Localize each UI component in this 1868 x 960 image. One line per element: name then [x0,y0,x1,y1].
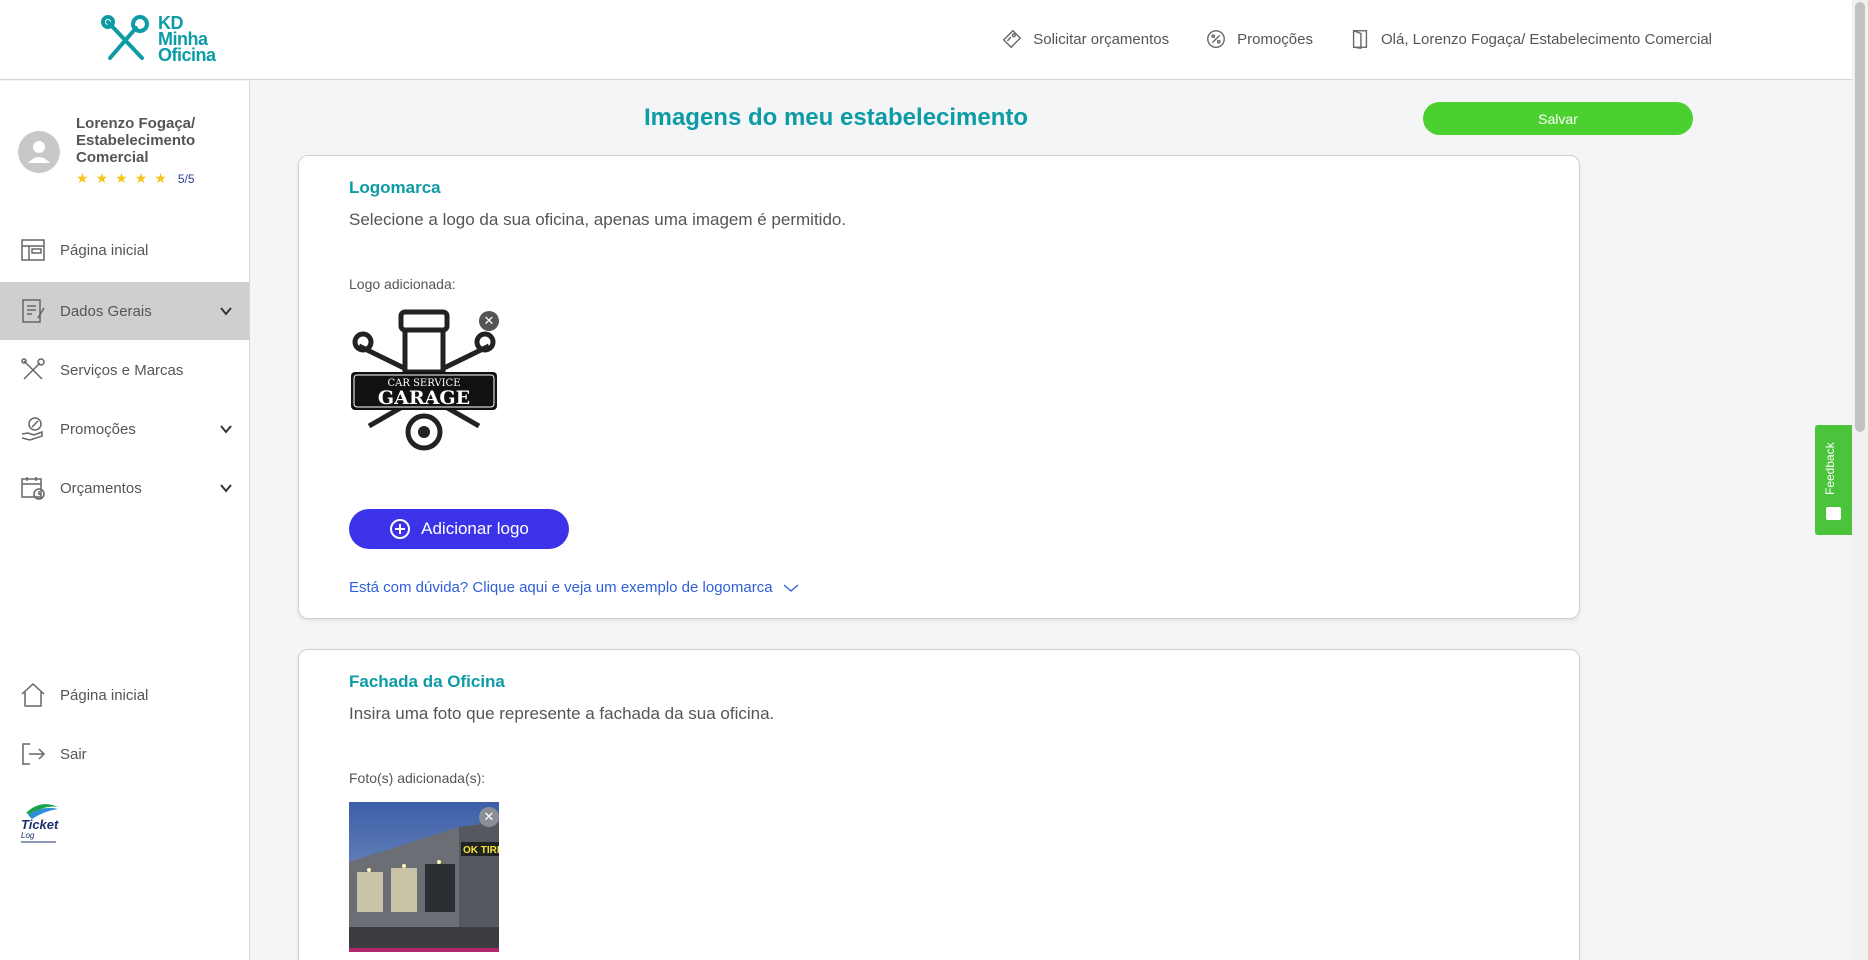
calendar-icon [21,477,45,500]
door-icon [1352,30,1368,49]
logo-added-label: Logo adicionada: [349,276,456,292]
tools-icon [21,358,45,380]
logo-example-link-label: Está com dúvida? Clique aqui e veja um e… [349,579,773,596]
chevron-down-icon [783,584,799,592]
chevron-down-icon[interactable] [219,481,233,495]
add-logo-label: Adicionar logo [421,519,529,538]
avatar [18,131,60,173]
sidebar-item-label: Sair [60,745,87,763]
svg-text:Ticket: Ticket [21,817,59,832]
logo-example-link[interactable]: Está com dúvida? Clique aqui e veja um e… [349,579,799,596]
top-header: KD Minha Oficina Solicitar orçamentos Pr… [0,0,1852,80]
nav-request-quotes-label: Solicitar orçamentos [1033,30,1170,48]
logout-icon [22,743,46,765]
sidebar-item-services[interactable]: Serviços e Marcas [0,341,249,399]
nav-account-greeting: Olá, Lorenzo Fogaça/ Estabelecimento Com… [1381,30,1712,48]
brand-logo-text: KD Minha Oficina [158,13,216,65]
logo-card-description: Selecione a logo da sua oficina, apenas … [349,210,847,229]
facade-card-title: Fachada da Oficina [349,672,505,691]
discount-badge-icon [1207,30,1226,48]
sidebar-item-label: Página inicial [60,686,149,704]
svg-text:Log: Log [21,831,35,840]
rating: ★ ★ ★ ★ ★ 5/5 [76,170,226,187]
star-icon: ★ [115,170,128,186]
page-scrollbar[interactable] [1852,0,1868,960]
sidebar-item-label: Orçamentos [60,479,142,497]
chevron-down-icon[interactable] [219,422,233,436]
logo-card: Logomarca Selecione a logo da sua oficin… [298,155,1580,619]
sidebar-item-general-data[interactable]: Dados Gerais [0,282,249,340]
scrollbar-thumb[interactable] [1855,2,1865,432]
logo-card-title: Logomarca [349,178,441,197]
logo-thumbnail: CAR SERVICE GARAGE [349,306,499,456]
sidebar-item-label: Página inicial [60,241,149,259]
wrench-screwdriver-icon [101,15,149,60]
document-icon [22,299,45,323]
save-button[interactable]: Salvar [1423,102,1693,135]
feedback-tab[interactable]: Feedback [1815,425,1852,535]
star-icon: ★ [134,170,148,186]
chevron-down-icon[interactable] [219,304,233,318]
user-icon [28,141,50,163]
sidebar-item-label: Promoções [60,420,136,438]
chat-icon [1826,507,1841,520]
ticket-icon [1003,29,1022,49]
remove-logo-button[interactable]: ✕ [479,311,499,331]
sidebar-item-label: Dados Gerais [60,302,152,320]
facade-photo-thumbnail: OK TIRE [349,802,499,952]
profile-name: Lorenzo Fogaça/ Estabelecimento Comercia… [76,115,196,166]
plus-circle-icon [390,519,411,539]
add-logo-button[interactable]: Adicionar logo [349,509,569,549]
sidebar-item-home-bottom[interactable]: Página inicial [0,666,249,724]
logo-image-title: GARAGE [378,387,470,409]
sidebar-item-logout[interactable]: Sair [0,725,249,783]
facade-added-label: Foto(s) adicionada(s): [349,770,486,786]
nav-promotions[interactable]: Promoções [1205,28,1313,50]
layout-icon [21,239,45,261]
feedback-label: Feedback [1823,442,1837,495]
remove-photo-button[interactable]: ✕ [479,807,499,827]
sidebar-item-label: Serviços e Marcas [60,361,184,379]
profile-summary: Lorenzo Fogaça/ Estabelecimento Comercia… [18,115,226,187]
page-title: Imagens do meu estabelecimento [643,104,1029,131]
home-icon [21,682,45,707]
top-navigation: Solicitar orçamentos Promoções Olá, Lore… [1001,28,1712,50]
sidebar: Lorenzo Fogaça/ Estabelecimento Comercia… [0,81,250,960]
facade-card-description: Insira uma foto que represente a fachada… [349,704,775,723]
facade-sign-text: OK TIRE [463,845,499,856]
sidebar-item-promotions[interactable]: Promoções [0,400,249,458]
rating-value: 5/5 [177,171,195,186]
star-icon: ★ [76,170,89,186]
star-icon: ★ [95,170,109,186]
facade-card: Fachada da Oficina Insira uma foto que r… [298,649,1580,960]
sidebar-item-home[interactable]: Página inicial [0,221,249,279]
brand-logo[interactable]: KD Minha Oficina [100,14,216,64]
nav-account[interactable]: Olá, Lorenzo Fogaça/ Estabelecimento Com… [1349,28,1712,50]
ticket-log-logo: Ticket Log [21,804,59,843]
sidebar-item-quotes[interactable]: Orçamentos [0,459,249,517]
discount-hand-icon [21,417,43,441]
star-icon: ★ [154,170,167,186]
nav-request-quotes[interactable]: Solicitar orçamentos [1001,28,1169,50]
nav-promotions-label: Promoções [1237,30,1313,48]
